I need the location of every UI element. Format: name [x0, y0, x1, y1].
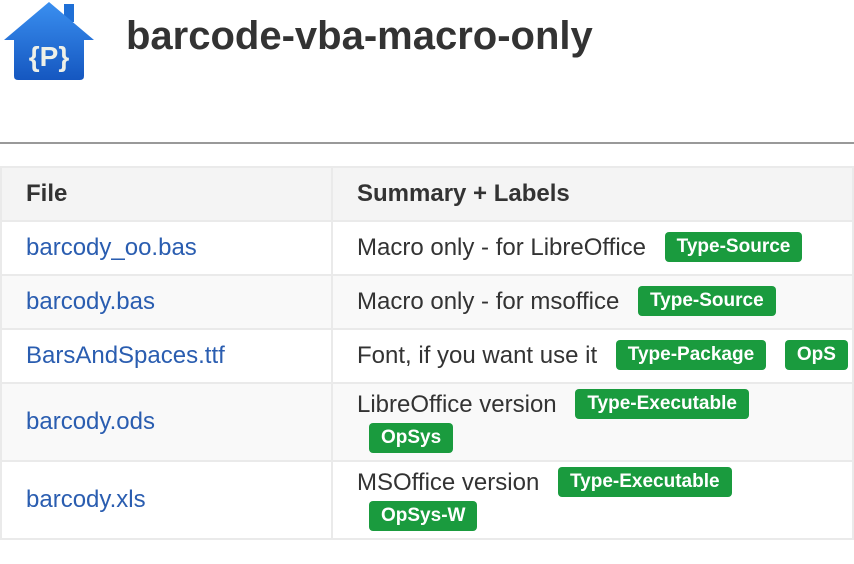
label-badge[interactable]: OpSys-W [369, 500, 478, 531]
page-title: barcode-vba-macro-only [126, 14, 593, 58]
file-cell: barcody.xls [0, 460, 333, 540]
summary-cell: MSOffice version Type-Executable OpSys-W [331, 460, 854, 540]
label-badge[interactable]: Type-Package [615, 339, 767, 370]
table-row: BarsAndSpaces.ttf Font, if you want use i… [0, 328, 854, 384]
file-link[interactable]: barcody_oo.bas [26, 234, 197, 261]
summary-cell: Font, if you want use it Type-Package Op… [331, 328, 854, 384]
label-badge[interactable]: OpS [784, 339, 848, 370]
svg-text:{P}: {P} [29, 41, 70, 72]
file-link[interactable]: barcody.bas [26, 288, 155, 315]
file-link[interactable]: BarsAndSpaces.ttf [26, 342, 225, 369]
summary-text: MSOffice version [357, 469, 540, 496]
table-row: barcody_oo.bas Macro only - for LibreOffi… [0, 220, 854, 276]
label-badge[interactable]: Type-Source [637, 285, 776, 316]
table-header-row: File Summary + Labels [0, 166, 854, 222]
summary-cell: LibreOffice version Type-Executable OpSy… [331, 382, 854, 462]
file-cell: barcody.ods [0, 382, 333, 462]
file-link[interactable]: barcody.xls [26, 486, 146, 513]
project-logo-icon: {P} [4, 2, 94, 80]
summary-text: Macro only - for LibreOffice [357, 234, 646, 261]
file-cell: barcody.bas [0, 274, 333, 330]
file-link[interactable]: barcody.ods [26, 408, 155, 435]
table-row: barcody.bas Macro only - for msoffice Typ… [0, 274, 854, 330]
summary-text: Font, if you want use it [357, 342, 598, 369]
summary-text: LibreOffice version [357, 391, 557, 418]
summary-text: Macro only - for msoffice [357, 288, 620, 315]
table-row: barcody.xls MSOffice version Type-Executa… [0, 460, 854, 540]
header-divider [0, 142, 854, 144]
file-cell: barcody_oo.bas [0, 220, 333, 276]
downloads-table: File Summary + Labels barcody_oo.bas Macr… [0, 166, 854, 540]
label-badge[interactable]: Type-Source [664, 231, 803, 262]
column-header-summary: Summary + Labels [331, 166, 854, 222]
label-badge[interactable]: OpSys [369, 422, 454, 453]
file-cell: BarsAndSpaces.ttf [0, 328, 333, 384]
label-badge[interactable]: Type-Executable [557, 466, 732, 497]
column-header-file: File [0, 166, 333, 222]
summary-cell: Macro only - for LibreOffice Type-Source [331, 220, 854, 276]
label-badge[interactable]: Type-Executable [575, 388, 749, 419]
table-row: barcody.ods LibreOffice version Type-Exec… [0, 382, 854, 462]
summary-cell: Macro only - for msoffice Type-Source [331, 274, 854, 330]
